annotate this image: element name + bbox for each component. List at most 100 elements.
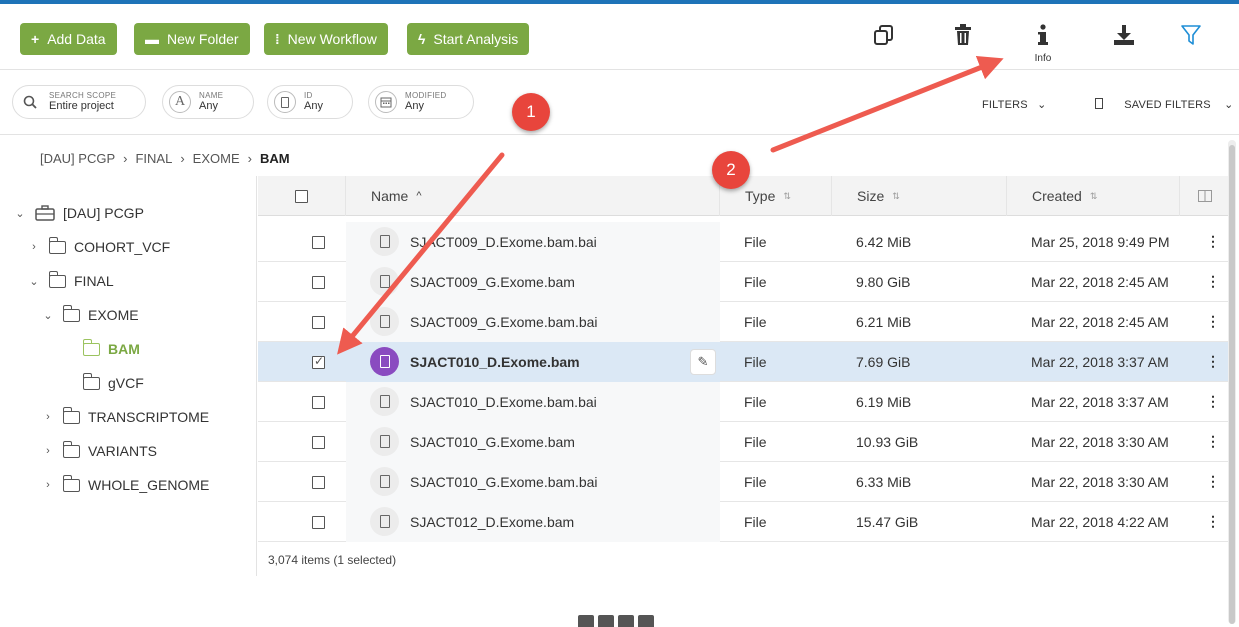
- file-type: File: [744, 314, 767, 330]
- info-button[interactable]: Info: [1023, 24, 1063, 64]
- file-name[interactable]: SJACT009_D.Exome.bam.bai: [410, 234, 597, 250]
- tree-item-cohort-vcf[interactable]: › COHORT_VCF: [27, 236, 170, 258]
- file-name[interactable]: SJACT010_G.Exome.bam: [410, 434, 575, 450]
- delete-button[interactable]: [943, 24, 983, 51]
- row-checkbox[interactable]: [312, 316, 325, 329]
- chevron-down-icon[interactable]: ⌄: [27, 275, 41, 288]
- edit-button[interactable]: ✎: [690, 349, 716, 375]
- table-row[interactable]: SJACT010_D.Exome.bam.bai File 6.19 MiB Mar …: [258, 382, 1230, 422]
- new-folder-button[interactable]: ▬ New Folder: [134, 23, 250, 55]
- chevron-right-icon[interactable]: ›: [27, 241, 41, 253]
- briefcase-icon: [35, 205, 55, 221]
- table-row[interactable]: SJACT012_D.Exome.bam File 15.47 GiB Mar 22,…: [258, 502, 1230, 542]
- chevron-down-icon: ⌄: [1224, 99, 1234, 111]
- row-checkbox[interactable]: [312, 396, 325, 409]
- google-plus-icon[interactable]: [618, 615, 634, 627]
- filters-label: FILTERS: [982, 99, 1028, 111]
- bookmark-icon: [1095, 98, 1103, 109]
- folder-icon: ▬: [145, 31, 159, 47]
- file-created: Mar 22, 2018 3:37 AM: [1031, 354, 1169, 370]
- row-checkbox[interactable]: [312, 354, 325, 369]
- add-data-label: Add Data: [47, 31, 106, 47]
- file-name[interactable]: SJACT009_G.Exome.bam: [410, 274, 575, 290]
- tree-item-variants[interactable]: › VARIANTS: [41, 440, 157, 462]
- file-name[interactable]: SJACT010_D.Exome.bam.bai: [410, 394, 597, 410]
- modified-filter[interactable]: MODIFIED Any: [368, 85, 474, 119]
- file-name[interactable]: SJACT010_G.Exome.bam.bai: [410, 474, 598, 490]
- start-analysis-button[interactable]: ϟ Start Analysis: [407, 23, 530, 55]
- name-filter-label: NAME: [199, 90, 224, 100]
- sort-icon: ⇅: [783, 190, 791, 201]
- download-button[interactable]: [1104, 24, 1144, 51]
- column-settings-button[interactable]: [1180, 176, 1230, 216]
- chevron-right-icon[interactable]: ›: [41, 411, 55, 423]
- tree-item-gvcf[interactable]: gVCF: [61, 372, 144, 394]
- tree-item-label: TRANSCRIPTOME: [88, 409, 210, 425]
- more-actions-icon[interactable]: ⋮: [1206, 433, 1220, 450]
- breadcrumb-item[interactable]: EXOME: [193, 151, 240, 166]
- table-row[interactable]: SJACT010_D.Exome.bam ✎ File 7.69 GiB Mar 22,…: [258, 342, 1230, 382]
- more-actions-icon[interactable]: ⋮: [1206, 473, 1220, 490]
- row-checkbox[interactable]: [312, 476, 325, 489]
- size-column-header[interactable]: Size ⇅: [832, 176, 1007, 216]
- id-filter[interactable]: ID Any: [267, 85, 353, 119]
- name-column-header[interactable]: Name ^: [346, 176, 720, 216]
- scrollbar-thumb[interactable]: [1229, 145, 1235, 624]
- created-column-header[interactable]: Created ⇅: [1007, 176, 1180, 216]
- tree-item-whole-genome[interactable]: › WHOLE_GENOME: [41, 474, 209, 496]
- chevron-down-icon[interactable]: ⌄: [13, 207, 27, 220]
- chevron-right-icon[interactable]: ›: [41, 445, 55, 457]
- row-checkbox[interactable]: [312, 236, 325, 249]
- filter-toggle-button[interactable]: [1171, 24, 1211, 51]
- tree-item-label: gVCF: [108, 375, 144, 391]
- chevron-right-icon[interactable]: ›: [41, 479, 55, 491]
- twitter-icon[interactable]: [578, 615, 594, 627]
- tree-item-root[interactable]: ⌄ [DAU] PCGP: [13, 202, 144, 224]
- table-row[interactable]: SJACT010_G.Exome.bam.bai File 6.33 MiB Mar …: [258, 462, 1230, 502]
- plus-icon: +: [31, 31, 40, 47]
- folder-tree: ⌄ [DAU] PCGP › COHORT_VCF ⌄ FINAL ⌄ EXOM…: [0, 176, 257, 576]
- folder-icon: [62, 440, 80, 458]
- row-checkbox[interactable]: [312, 436, 325, 449]
- row-checkbox[interactable]: [312, 516, 325, 529]
- folder-open-icon: [48, 270, 66, 288]
- breadcrumb-item[interactable]: [DAU] PCGP: [40, 151, 115, 166]
- name-filter[interactable]: A NAME Any: [162, 85, 254, 119]
- tree-item-bam[interactable]: BAM: [61, 338, 140, 360]
- more-actions-icon[interactable]: ⋮: [1206, 313, 1220, 330]
- copy-button[interactable]: [864, 24, 904, 51]
- table-row[interactable]: SJACT009_D.Exome.bam.bai File 6.42 MiB Mar …: [258, 222, 1230, 262]
- select-all-header: [258, 176, 346, 216]
- more-actions-icon[interactable]: ⋮: [1206, 273, 1220, 290]
- file-name[interactable]: SJACT010_D.Exome.bam: [410, 354, 580, 370]
- add-data-button[interactable]: + Add Data: [20, 23, 117, 55]
- sort-ascending-icon: ^: [416, 190, 422, 202]
- tree-item-final[interactable]: ⌄ FINAL: [27, 270, 114, 292]
- more-actions-icon[interactable]: ⋮: [1206, 393, 1220, 410]
- file-name[interactable]: SJACT009_G.Exome.bam.bai: [410, 314, 598, 330]
- table-row[interactable]: SJACT009_G.Exome.bam File 9.80 GiB Mar 22, …: [258, 262, 1230, 302]
- tree-item-label: COHORT_VCF: [74, 239, 171, 255]
- select-all-checkbox[interactable]: [295, 189, 308, 203]
- chevron-down-icon[interactable]: ⌄: [41, 309, 55, 322]
- more-actions-icon[interactable]: ⋮: [1206, 233, 1220, 250]
- file-icon: [370, 227, 399, 256]
- more-actions-icon[interactable]: ⋮: [1206, 353, 1220, 370]
- table-row[interactable]: SJACT009_G.Exome.bam.bai File 6.21 MiB Mar …: [258, 302, 1230, 342]
- tree-item-exome[interactable]: ⌄ EXOME: [41, 304, 139, 326]
- facebook-icon[interactable]: [598, 615, 614, 627]
- tree-item-transcriptome[interactable]: › TRANSCRIPTOME: [41, 406, 209, 428]
- file-icon: [370, 387, 399, 416]
- linkedin-icon[interactable]: [638, 615, 654, 627]
- file-name[interactable]: SJACT012_D.Exome.bam: [410, 514, 574, 530]
- chevron-down-icon: ⌄: [1037, 99, 1047, 111]
- saved-filters-dropdown[interactable]: SAVED FILTERS ⌄: [1095, 98, 1234, 111]
- new-workflow-button[interactable]: ⁞ New Workflow: [264, 23, 388, 55]
- filters-dropdown[interactable]: FILTERS ⌄: [982, 98, 1047, 111]
- row-checkbox[interactable]: [312, 276, 325, 289]
- breadcrumb-item[interactable]: FINAL: [135, 151, 172, 166]
- filter-bar: SEARCH SCOPE Entire project A NAME Any ID A…: [0, 71, 1239, 135]
- search-scope-filter[interactable]: SEARCH SCOPE Entire project: [12, 85, 146, 119]
- table-row[interactable]: SJACT010_G.Exome.bam File 10.93 GiB Mar 22,…: [258, 422, 1230, 462]
- more-actions-icon[interactable]: ⋮: [1206, 513, 1220, 530]
